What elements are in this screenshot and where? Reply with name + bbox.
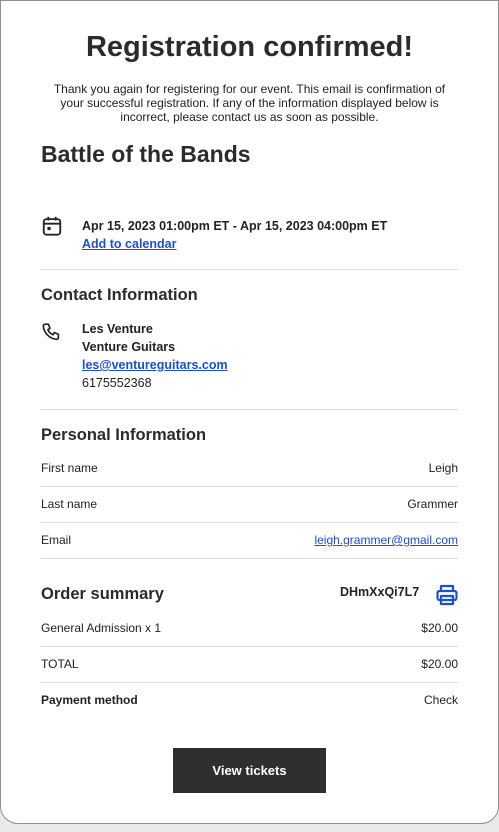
personal-section-title: Personal Information (41, 426, 207, 444)
field-label: Last name (41, 497, 98, 511)
personal-row-email: Email leigh.grammer@gmail.com (41, 533, 458, 569)
payment-method-label: Payment method (41, 693, 138, 707)
order-row-payment: Payment method Check (41, 693, 458, 729)
event-name: Battle of the Bands (41, 141, 251, 167)
contact-email-link[interactable]: les@ventureguitars.com (82, 358, 228, 372)
event-datetime: Apr 15, 2023 01:00pm ET - Apr 15, 2023 0… (82, 219, 388, 233)
page-title: Registration confirmed! (85, 31, 414, 63)
field-label: Email (41, 533, 72, 547)
payment-method-value: Check (423, 693, 458, 707)
phone-icon (42, 323, 60, 341)
field-value: Leigh (428, 461, 458, 475)
divider (41, 682, 458, 683)
field-value: Grammer (407, 497, 458, 511)
personal-email-link[interactable]: leigh.grammer@gmail.com (314, 533, 458, 547)
field-label: First name (41, 461, 98, 475)
printer-icon[interactable] (435, 583, 459, 607)
confirmation-card: Registration confirmed! Thank you again … (0, 0, 499, 824)
intro-text: Thank you again for registering for our … (53, 82, 446, 124)
personal-row-first-name: First name Leigh (41, 461, 458, 497)
order-item-label: General Admission x 1 (41, 621, 162, 635)
divider (41, 486, 458, 487)
order-code: DHmXxQi7L7 (340, 585, 420, 599)
contact-name: Les Venture (82, 322, 153, 336)
order-section-title: Order summary (41, 585, 164, 603)
view-tickets-button[interactable]: View tickets (173, 748, 326, 793)
add-to-calendar-link[interactable]: Add to calendar (82, 237, 176, 251)
order-item-value: $20.00 (421, 621, 458, 635)
order-total-label: TOTAL (41, 657, 79, 671)
divider (41, 558, 458, 559)
order-row-item: General Admission x 1 $20.00 (41, 621, 458, 657)
divider (41, 646, 458, 647)
personal-row-last-name: Last name Grammer (41, 497, 458, 533)
order-total-value: $20.00 (421, 657, 458, 671)
contact-phone: 6175552368 (82, 376, 152, 390)
divider (41, 409, 458, 410)
order-row-total: TOTAL $20.00 (41, 657, 458, 693)
divider (41, 522, 458, 523)
contact-company: Venture Guitars (82, 340, 176, 354)
divider (41, 269, 458, 270)
contact-section-title: Contact Information (41, 286, 198, 304)
calendar-icon (42, 216, 62, 236)
